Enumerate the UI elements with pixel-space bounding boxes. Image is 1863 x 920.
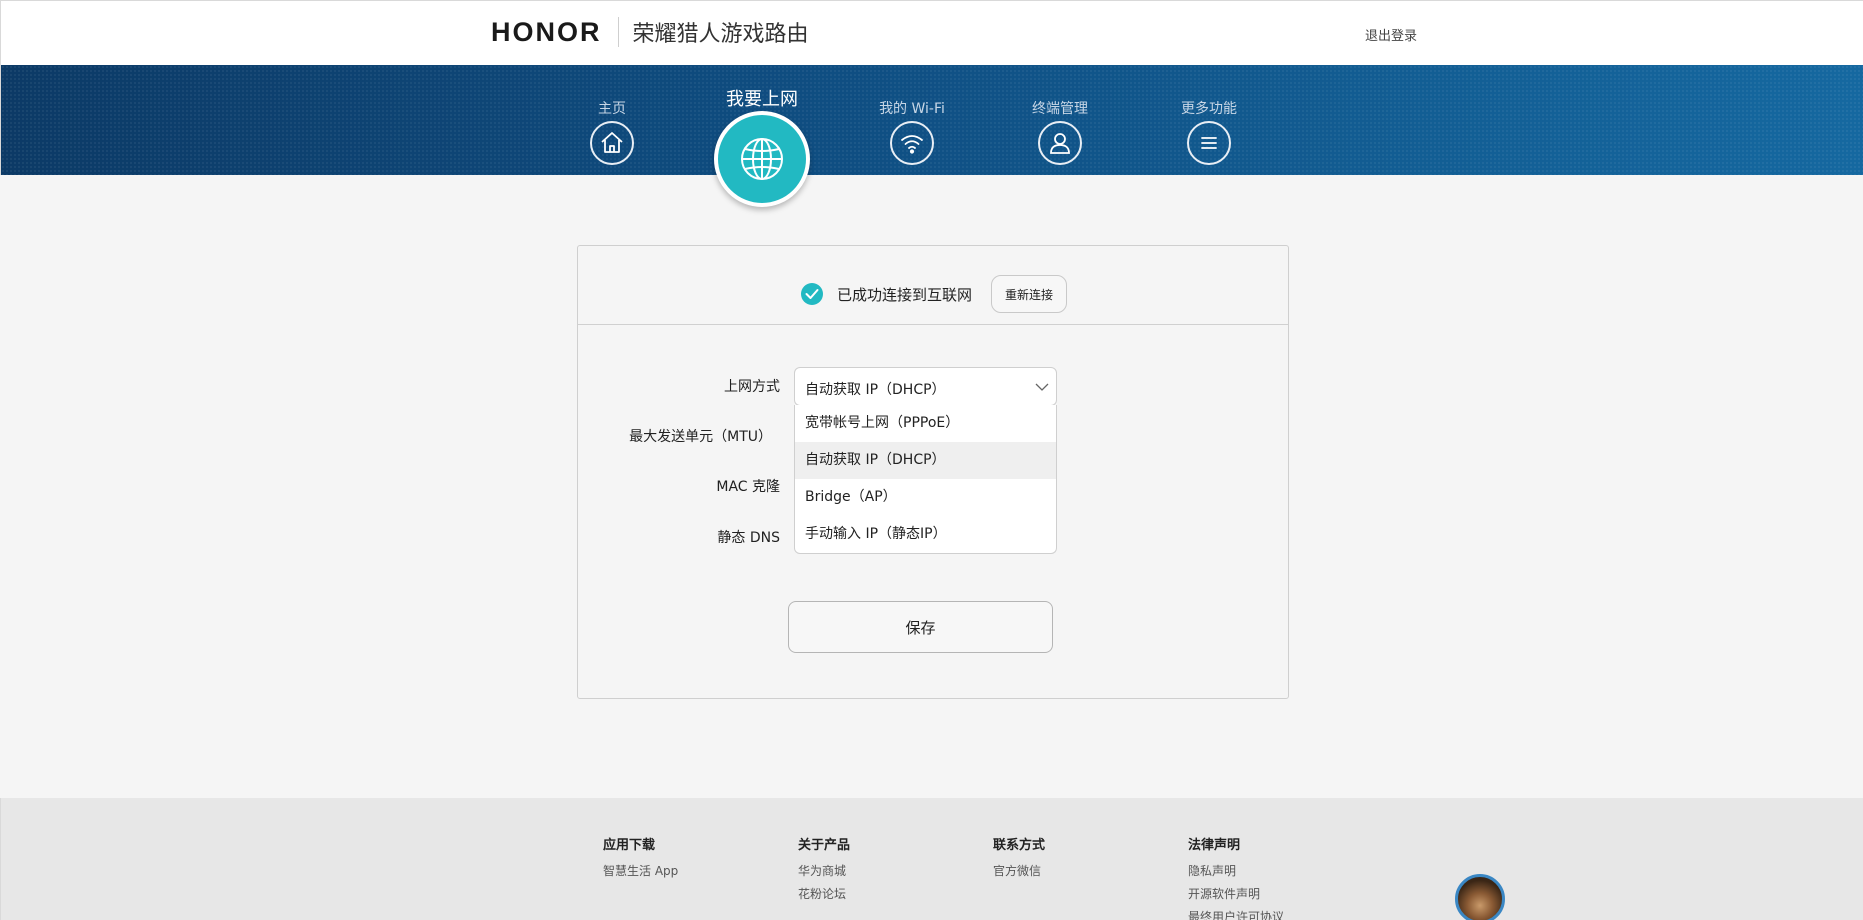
connection-type-select[interactable]: 自动获取 IP（DHCP）: [794, 367, 1057, 406]
menu-icon: [1187, 121, 1231, 165]
footer-link-opensource[interactable]: 开源软件声明: [1188, 885, 1284, 902]
user-icon: [1038, 121, 1082, 165]
chevron-down-icon: [1035, 383, 1049, 391]
reconnect-button[interactable]: 重新连接: [991, 275, 1067, 313]
option-pppoe[interactable]: 宽带帐号上网（PPPoE）: [795, 405, 1056, 442]
nav-internet[interactable]: 我要上网: [702, 65, 822, 207]
footer-col-contact: 联系方式 官方微信: [993, 834, 1045, 885]
footer-col-legal: 法律声明 隐私声明 开源软件声明 最终用户许可协议: [1188, 834, 1284, 920]
option-static-ip[interactable]: 手动输入 IP（静态IP）: [795, 516, 1056, 553]
brand-divider: [617, 17, 619, 47]
nav-more[interactable]: 更多功能: [1149, 65, 1269, 165]
footer: 应用下载 智慧生活 App 关于产品 华为商城 花粉论坛 联系方式 官方微信 法…: [0, 798, 1863, 920]
nav-internet-label: 我要上网: [726, 89, 798, 110]
nav-devices[interactable]: 终端管理: [1000, 65, 1120, 165]
honor-logo: HONOR: [491, 16, 602, 47]
footer-link-eula[interactable]: 最终用户许可协议: [1188, 908, 1284, 920]
nav-home[interactable]: 主页: [552, 65, 672, 165]
connection-type-value: 自动获取 IP（DHCP）: [805, 382, 946, 398]
footer-link-privacy[interactable]: 隐私声明: [1188, 862, 1284, 879]
connection-status: 已成功连接到互联网 重新连接: [578, 246, 1288, 325]
option-dhcp[interactable]: 自动获取 IP（DHCP）: [795, 442, 1056, 479]
footer-heading: 联系方式: [993, 838, 1046, 853]
static-dns-label: 静态 DNS: [717, 530, 780, 546]
connection-type-label: 上网方式: [724, 379, 780, 395]
footer-heading: 关于产品: [798, 838, 851, 853]
avatar[interactable]: [1455, 874, 1505, 920]
status-text: 已成功连接到互联网: [837, 286, 973, 304]
nav-wifi-label: 我的 Wi-Fi: [879, 101, 945, 117]
footer-col-product: 关于产品 华为商城 花粉论坛: [798, 834, 850, 908]
footer-link-store[interactable]: 华为商城: [798, 862, 850, 879]
wifi-icon: [890, 121, 934, 165]
option-bridge[interactable]: Bridge（AP）: [795, 479, 1056, 516]
footer-link-app[interactable]: 智慧生活 App: [603, 862, 678, 879]
save-button[interactable]: 保存: [788, 601, 1053, 653]
nav-wifi[interactable]: 我的 Wi-Fi: [852, 65, 972, 165]
footer-heading: 法律声明: [1188, 838, 1241, 853]
nav-home-label: 主页: [598, 101, 626, 117]
main-nav: 主页 我要上网 我的 Wi-Fi 终端管理 更多功能: [0, 65, 1863, 207]
top-header: HONOR 荣耀猎人游戏路由 退出登录: [0, 0, 1863, 65]
internet-settings-panel: 已成功连接到互联网 重新连接 上网方式 自动获取 IP（DHCP） 最大发送单元…: [577, 245, 1289, 699]
footer-link-wechat[interactable]: 官方微信: [993, 862, 1045, 879]
brand: HONOR 荣耀猎人游戏路由: [491, 16, 809, 48]
footer-link-forum[interactable]: 花粉论坛: [798, 885, 850, 902]
globe-icon: [714, 111, 810, 207]
nav-devices-label: 终端管理: [1032, 101, 1088, 117]
product-name: 荣耀猎人游戏路由: [632, 22, 809, 47]
footer-heading: 应用下载: [603, 838, 656, 853]
connection-type-dropdown: 宽带帐号上网（PPPoE） 自动获取 IP（DHCP） Bridge（AP） 手…: [794, 405, 1057, 554]
nav-more-label: 更多功能: [1181, 101, 1237, 117]
mac-clone-label: MAC 克隆: [716, 479, 780, 495]
mtu-label: 最大发送单元（MTU）: [629, 429, 772, 445]
home-icon: [590, 121, 634, 165]
logout-link[interactable]: 退出登录: [1365, 25, 1417, 44]
footer-col-app: 应用下载 智慧生活 App: [603, 834, 678, 885]
check-icon: [801, 283, 823, 305]
